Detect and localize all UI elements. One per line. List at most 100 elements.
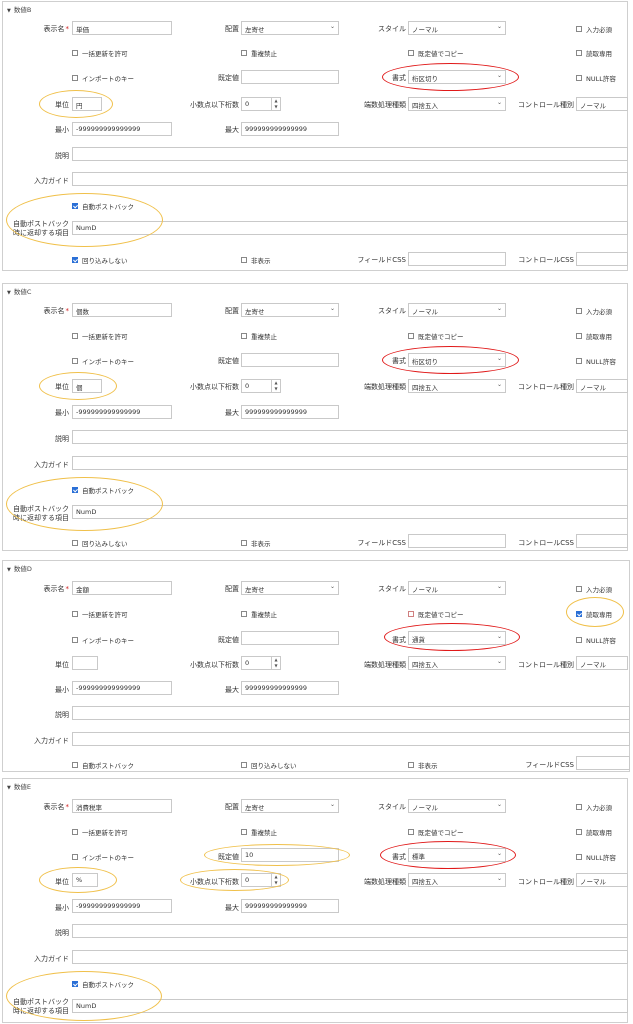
- max-input[interactable]: 999999999999999: [241, 122, 339, 136]
- style-select[interactable]: ノーマル ⌄: [408, 799, 506, 813]
- format-select[interactable]: 桁区切り ⌄: [408, 353, 506, 367]
- input-guide-input[interactable]: [72, 732, 630, 746]
- control-css-input[interactable]: [576, 252, 628, 266]
- min-input[interactable]: -999999999999999: [72, 405, 172, 419]
- min-input[interactable]: -999999999999999: [72, 122, 172, 136]
- input-guide-input[interactable]: [72, 950, 628, 964]
- rounding-select[interactable]: 四捨五入 ⌄: [408, 873, 506, 887]
- no-wrap-checkbox[interactable]: 回り込みしない: [72, 255, 128, 265]
- null-allowed-checkbox[interactable]: NULL許容: [576, 356, 616, 366]
- default-value-input[interactable]: [241, 353, 339, 367]
- panel-title[interactable]: ▼ 数値B: [7, 4, 31, 14]
- format-select[interactable]: 通貨 ⌄: [408, 631, 506, 645]
- no-duplicates-checkbox[interactable]: 重複禁止: [241, 609, 277, 619]
- decimal-places-stepper[interactable]: 0 ▲ ▼: [241, 379, 281, 393]
- field-css-input[interactable]: [408, 252, 506, 266]
- unit-input[interactable]: %: [72, 873, 98, 887]
- null-allowed-checkbox[interactable]: NULL許容: [576, 73, 616, 83]
- input-guide-input[interactable]: [72, 172, 628, 186]
- min-input[interactable]: -999999999999999: [72, 899, 172, 913]
- field-css-input[interactable]: [576, 756, 630, 770]
- decimal-places-stepper[interactable]: 0 ▲ ▼: [241, 873, 281, 887]
- decimal-places-stepper[interactable]: 0 ▲ ▼: [241, 97, 281, 111]
- control-type-input[interactable]: ノーマル: [576, 873, 628, 887]
- copy-default-checkbox[interactable]: 既定値でコピー: [408, 48, 464, 58]
- import-key-checkbox[interactable]: インポートのキー: [72, 635, 134, 645]
- placement-select[interactable]: 左寄せ ⌄: [241, 303, 339, 317]
- no-wrap-checkbox[interactable]: 回り込みしない: [241, 760, 297, 770]
- panel-title[interactable]: ▼ 数値E: [7, 781, 31, 791]
- import-key-checkbox[interactable]: インポートのキー: [72, 852, 134, 862]
- copy-default-checkbox[interactable]: 既定値でコピー: [408, 609, 464, 619]
- control-css-input[interactable]: [576, 534, 628, 548]
- unit-input[interactable]: 個: [72, 379, 102, 393]
- placement-select[interactable]: 左寄せ ⌄: [241, 21, 339, 35]
- hidden-checkbox[interactable]: 非表示: [408, 760, 438, 770]
- max-input[interactable]: 999999999999999: [241, 405, 339, 419]
- field-css-input[interactable]: [408, 534, 506, 548]
- default-value-input[interactable]: [241, 70, 339, 84]
- description-input[interactable]: [72, 924, 628, 938]
- rounding-select[interactable]: 四捨五入 ⌄: [408, 656, 506, 670]
- bulk-update-checkbox[interactable]: 一括更新を許可: [72, 609, 128, 619]
- hidden-checkbox[interactable]: 非表示: [241, 255, 271, 265]
- postback-items-input[interactable]: NumD: [72, 505, 628, 519]
- auto-postback-checkbox[interactable]: 自動ポストバック: [72, 485, 134, 495]
- bulk-update-checkbox[interactable]: 一括更新を許可: [72, 48, 128, 58]
- bulk-update-checkbox[interactable]: 一括更新を許可: [72, 331, 128, 341]
- placement-select[interactable]: 左寄せ ⌄: [241, 799, 339, 813]
- default-value-input[interactable]: 10: [241, 848, 339, 862]
- no-duplicates-checkbox[interactable]: 重複禁止: [241, 48, 277, 58]
- rounding-select[interactable]: 四捨五入 ⌄: [408, 97, 506, 111]
- description-input[interactable]: [72, 706, 630, 720]
- min-input[interactable]: -999999999999999: [72, 681, 172, 695]
- read-only-checkbox[interactable]: 読取専用: [576, 48, 612, 58]
- required-checkbox[interactable]: 入力必須: [576, 802, 612, 812]
- required-checkbox[interactable]: 入力必須: [576, 306, 612, 316]
- import-key-checkbox[interactable]: インポートのキー: [72, 73, 134, 83]
- display-name-input[interactable]: 金額: [72, 581, 172, 595]
- hidden-checkbox[interactable]: 非表示: [241, 538, 271, 548]
- display-name-input[interactable]: 消費税率: [72, 799, 172, 813]
- bulk-update-checkbox[interactable]: 一括更新を許可: [72, 827, 128, 837]
- panel-title[interactable]: ▼ 数値D: [7, 563, 32, 573]
- auto-postback-checkbox[interactable]: 自動ポストバック: [72, 201, 134, 211]
- no-duplicates-checkbox[interactable]: 重複禁止: [241, 331, 277, 341]
- max-input[interactable]: 999999999999999: [241, 899, 339, 913]
- input-guide-input[interactable]: [72, 456, 628, 470]
- control-type-input[interactable]: ノーマル: [576, 656, 628, 670]
- decimal-places-stepper[interactable]: 0 ▲ ▼: [241, 656, 281, 670]
- description-input[interactable]: [72, 430, 628, 444]
- description-input[interactable]: [72, 147, 628, 161]
- control-type-input[interactable]: ノーマル: [576, 97, 628, 111]
- style-select[interactable]: ノーマル ⌄: [408, 303, 506, 317]
- copy-default-checkbox[interactable]: 既定値でコピー: [408, 331, 464, 341]
- postback-items-input[interactable]: NumD: [72, 221, 628, 235]
- read-only-checkbox[interactable]: 読取専用: [576, 331, 612, 341]
- copy-default-checkbox[interactable]: 既定値でコピー: [408, 827, 464, 837]
- format-select[interactable]: 桁区切り ⌄: [408, 70, 506, 84]
- import-key-checkbox[interactable]: インポートのキー: [72, 356, 134, 366]
- null-allowed-checkbox[interactable]: NULL許容: [576, 635, 616, 645]
- unit-input[interactable]: [72, 656, 98, 670]
- max-input[interactable]: 999999999999999: [241, 681, 339, 695]
- auto-postback-checkbox[interactable]: 自動ポストバック: [72, 979, 134, 989]
- style-select[interactable]: ノーマル ⌄: [408, 581, 506, 595]
- control-type-input[interactable]: ノーマル: [576, 379, 628, 393]
- read-only-checkbox[interactable]: 読取専用: [576, 827, 612, 837]
- format-select[interactable]: 標準 ⌄: [408, 848, 506, 862]
- postback-items-input[interactable]: NumD: [72, 999, 628, 1013]
- no-duplicates-checkbox[interactable]: 重複禁止: [241, 827, 277, 837]
- no-wrap-checkbox[interactable]: 回り込みしない: [72, 538, 128, 548]
- display-name-input[interactable]: 個数: [72, 303, 172, 317]
- required-checkbox[interactable]: 入力必須: [576, 584, 612, 594]
- display-name-input[interactable]: 単価: [72, 21, 172, 35]
- auto-postback-checkbox[interactable]: 自動ポストバック: [72, 760, 134, 770]
- default-value-input[interactable]: [241, 631, 339, 645]
- rounding-select[interactable]: 四捨五入 ⌄: [408, 379, 506, 393]
- null-allowed-checkbox[interactable]: NULL許容: [576, 852, 616, 862]
- panel-title[interactable]: ▼ 数値C: [7, 286, 31, 296]
- style-select[interactable]: ノーマル ⌄: [408, 21, 506, 35]
- unit-input[interactable]: 円: [72, 97, 102, 111]
- read-only-checkbox[interactable]: 読取専用: [576, 609, 612, 619]
